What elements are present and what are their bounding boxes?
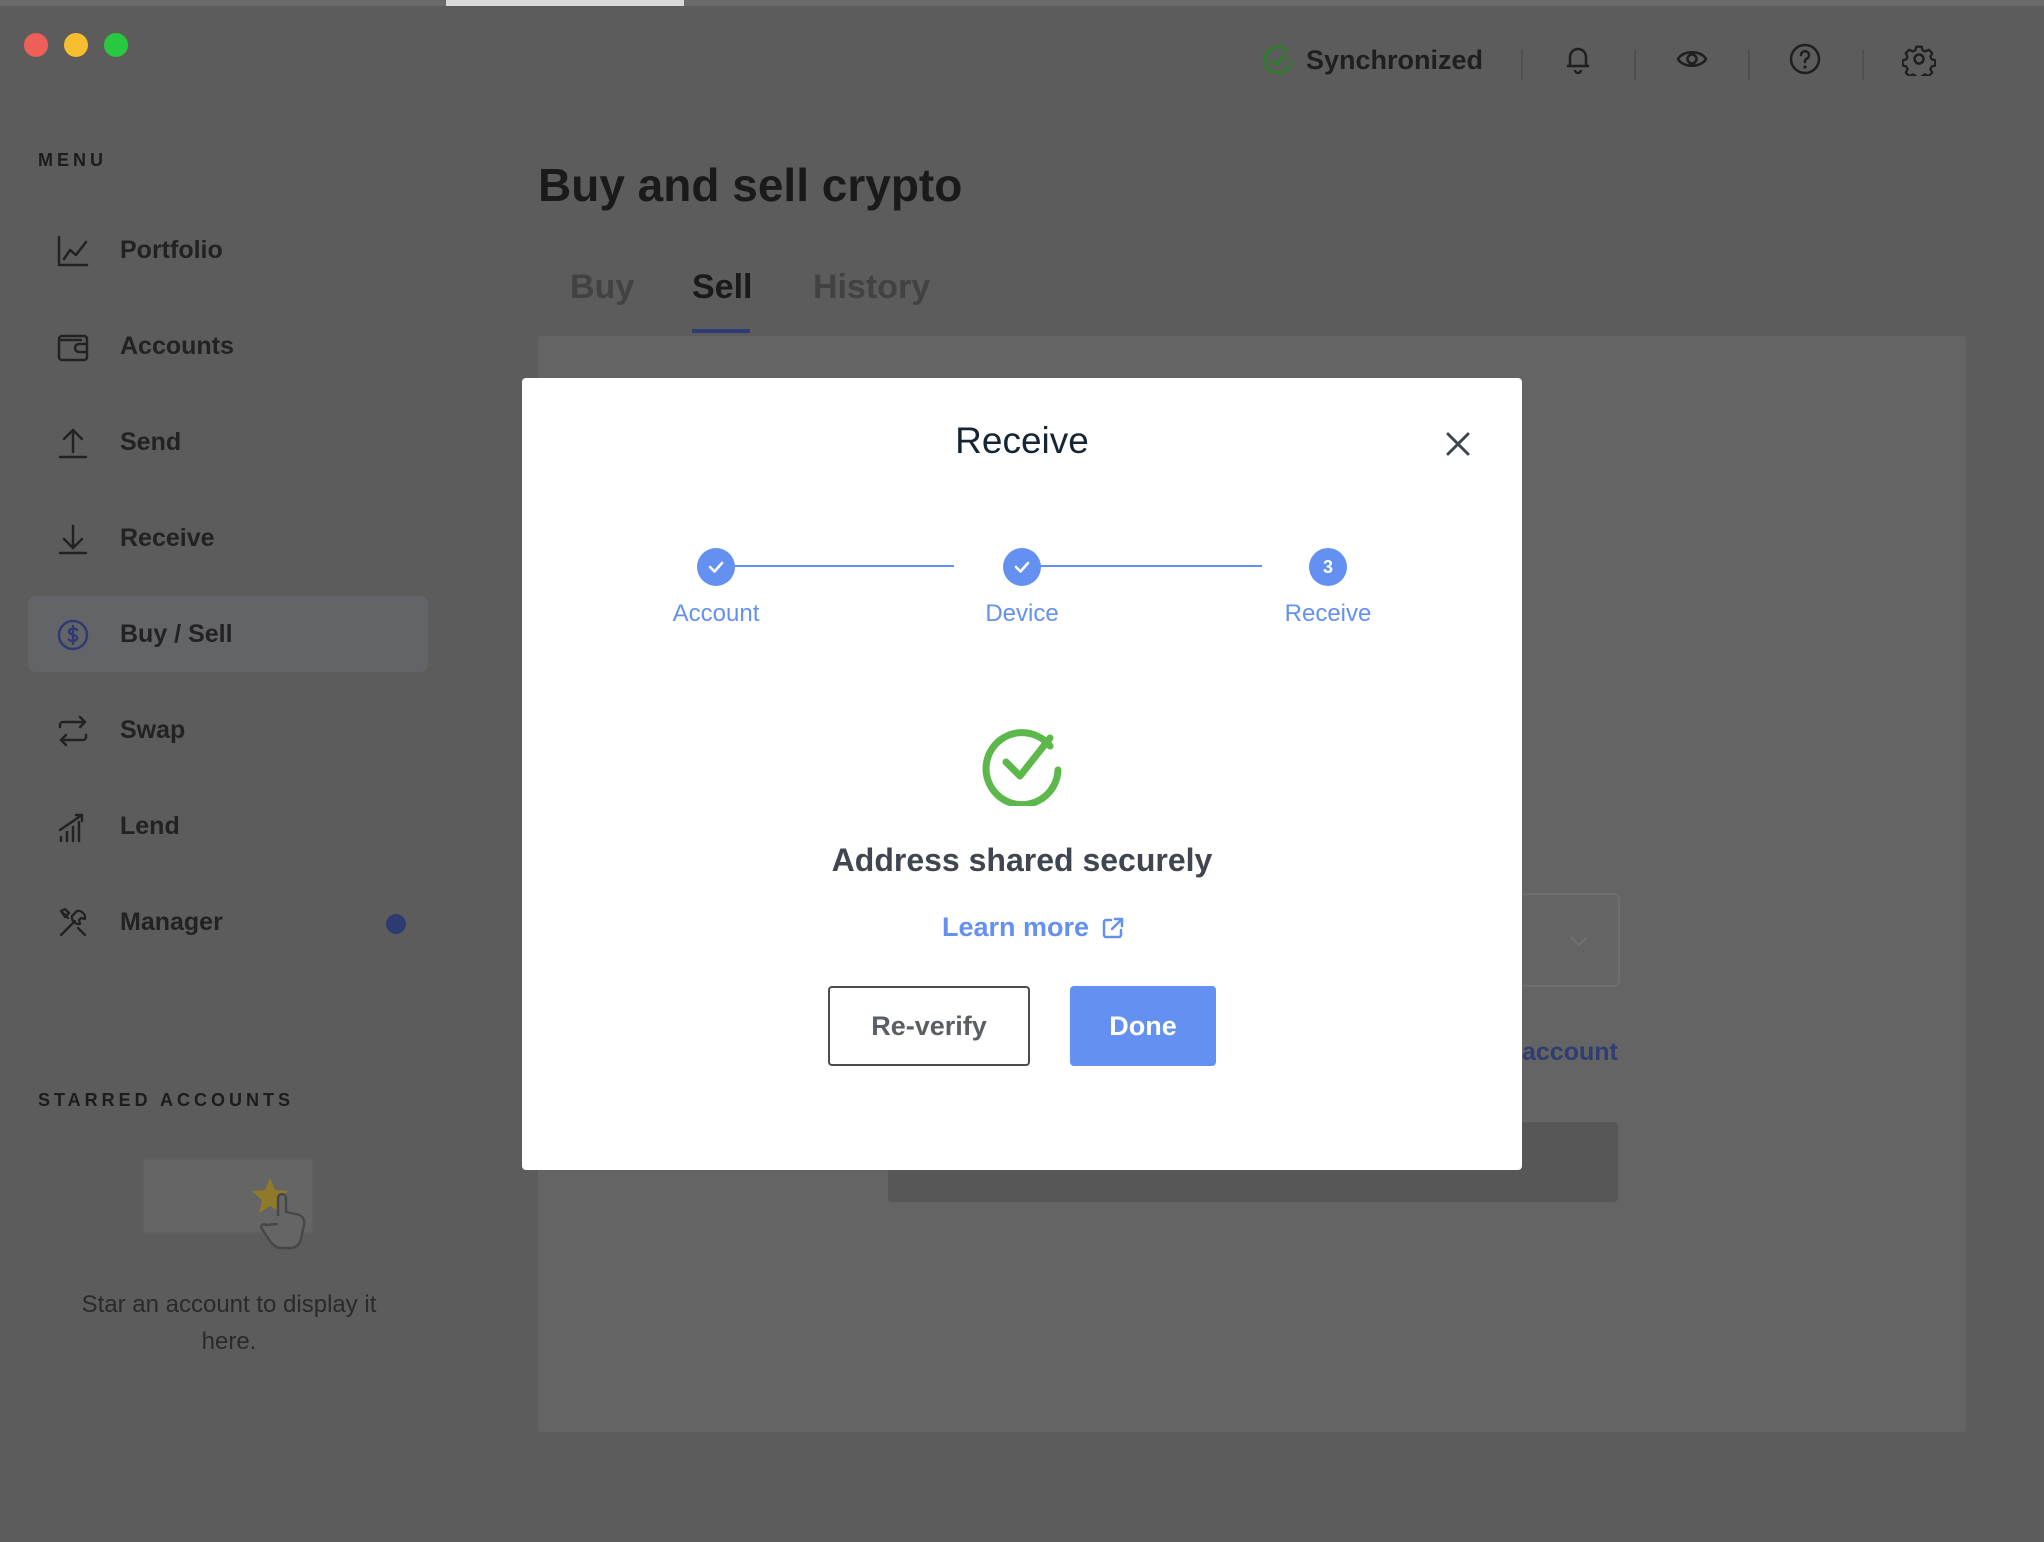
window-minimize-button[interactable] <box>64 33 88 57</box>
external-link-icon <box>1102 917 1124 938</box>
learn-more-label: Learn more <box>942 912 1090 942</box>
stepper-connector <box>716 565 954 567</box>
sidebar-item-accounts[interactable]: Accounts <box>28 308 428 384</box>
step-account-marker <box>697 548 735 586</box>
bell-icon[interactable] <box>1561 42 1595 76</box>
tab-history[interactable]: History <box>813 268 930 307</box>
window-zoom-button[interactable] <box>104 33 128 57</box>
sidebar-item-label: Buy / Sell <box>120 619 233 648</box>
help-icon[interactable] <box>1788 42 1822 76</box>
window-tab-strip <box>0 0 2044 6</box>
step-device-marker <box>1003 548 1041 586</box>
check-circle-icon <box>1263 45 1293 75</box>
success-check-icon <box>982 729 1062 806</box>
sidebar-item-label: Accounts <box>120 331 234 360</box>
step-receive-marker: 3 <box>1309 548 1347 586</box>
eye-icon[interactable] <box>1675 42 1709 76</box>
background-account-link: account <box>1522 1038 1618 1066</box>
notification-dot <box>386 914 406 934</box>
chart-icon <box>57 235 89 267</box>
close-icon[interactable] <box>1442 428 1474 460</box>
sidebar-item-label: Lend <box>120 811 180 840</box>
modal-title: Receive <box>955 420 1089 461</box>
check-icon <box>708 561 724 573</box>
sidebar-item-portfolio[interactable]: Portfolio <box>28 212 428 288</box>
step-account-label: Account <box>672 600 760 627</box>
page-title: Buy and sell crypto <box>538 159 963 211</box>
sidebar-item-label: Portfolio <box>120 235 223 264</box>
gear-icon[interactable] <box>1902 42 1936 76</box>
reverify-button[interactable]: Re-verify <box>828 986 1030 1066</box>
sidebar-item-swap[interactable]: Swap <box>28 692 428 768</box>
sidebar-item-label: Manager <box>120 907 223 936</box>
learn-more-link[interactable]: Learn more <box>942 912 1125 943</box>
step-device-label: Device <box>985 600 1059 627</box>
starred-accounts-title: STARRED ACCOUNTS <box>38 1090 294 1110</box>
done-button[interactable]: Done <box>1070 986 1216 1066</box>
dollar-circle-icon <box>57 619 89 651</box>
receive-modal: Receive 3 Account Device Receive Address… <box>522 378 1522 1170</box>
topbar-divider <box>1521 50 1523 80</box>
swap-icon <box>58 715 88 747</box>
menu-title: MENU <box>38 150 107 170</box>
check-icon <box>1014 561 1030 573</box>
sidebar-item-label: Receive <box>120 523 215 552</box>
step-receive-label: Receive <box>1284 600 1372 627</box>
sync-status: Synchronized <box>1262 44 1483 76</box>
sync-status-label: Synchronized <box>1306 44 1484 75</box>
sidebar-item-buy-sell[interactable]: Buy / Sell <box>28 596 428 672</box>
sidebar-item-label: Send <box>120 427 182 456</box>
tab-buy[interactable]: Buy <box>570 268 634 307</box>
sidebar-item-label: Swap <box>120 715 186 744</box>
sidebar-item-manager[interactable]: Manager <box>28 884 428 960</box>
upload-icon <box>58 428 88 459</box>
topbar-divider <box>1862 50 1864 80</box>
star-pointer-icon <box>252 1178 306 1250</box>
success-message: Address shared securely <box>831 842 1213 878</box>
tab-sell[interactable]: Sell <box>692 268 752 307</box>
sidebar-item-lend[interactable]: Lend <box>28 788 428 864</box>
stepper-connector <box>1022 565 1262 567</box>
topbar-divider <box>1748 50 1750 80</box>
download-icon <box>58 524 88 555</box>
sidebar-item-receive[interactable]: Receive <box>28 500 428 576</box>
starred-empty-text: Star an account to display it here. <box>81 1291 377 1355</box>
sidebar-item-send[interactable]: Send <box>28 404 428 480</box>
lend-icon <box>58 813 84 843</box>
window-close-button[interactable] <box>24 33 48 57</box>
active-tab-indicator <box>692 329 750 333</box>
wallet-icon <box>57 334 89 362</box>
topbar-divider <box>1634 50 1636 80</box>
chevron-down-icon <box>1570 936 1588 947</box>
tools-icon <box>59 907 87 937</box>
